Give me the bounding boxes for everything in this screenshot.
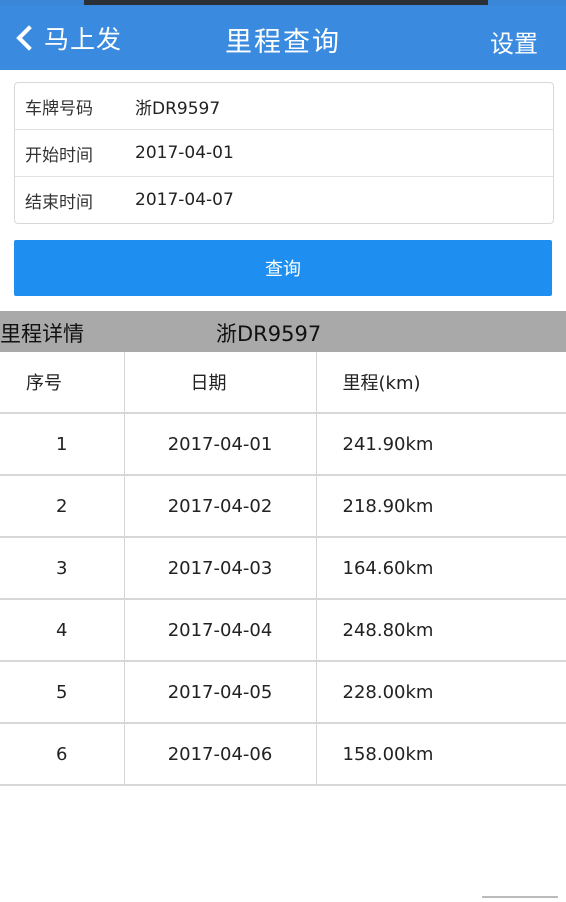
table-header-row: 序号 日期 里程(km) (0, 352, 566, 414)
start-time-field[interactable]: 2017-04-01 (135, 143, 234, 163)
table-row: 4 2017-04-04 248.80km (0, 599, 566, 662)
row-seq: 4 (0, 599, 125, 662)
column-header-date: 日期 (124, 352, 317, 414)
page-title: 里程查询 (225, 27, 341, 58)
settings-button[interactable]: 设置 (490, 24, 538, 59)
row-date: 2017-04-01 (124, 413, 317, 476)
table-row: 3 2017-04-03 164.60km (0, 537, 566, 600)
row-date: 2017-04-04 (124, 599, 317, 662)
column-header-mileage: 里程(km) (316, 352, 566, 414)
row-mileage: 218.90km (316, 475, 566, 538)
bottom-divider (482, 896, 558, 898)
column-header-seq: 序号 (0, 352, 125, 414)
table-row: 5 2017-04-05 228.00km (0, 661, 566, 724)
row-date: 2017-04-05 (124, 661, 317, 724)
row-seq: 6 (0, 723, 125, 786)
row-date: 2017-04-06 (124, 723, 317, 786)
plate-field[interactable]: 浙DR9597 (135, 94, 220, 119)
table-row: 6 2017-04-06 158.00km (0, 723, 566, 786)
navigation-bar: 马上发 里程查询 设置 (0, 6, 566, 70)
row-mileage: 164.60km (316, 537, 566, 600)
details-plate: 浙DR9597 (216, 322, 322, 346)
row-seq: 2 (0, 475, 125, 538)
details-title: 里程详情 (0, 322, 84, 346)
end-time-row[interactable]: 结束时间 2017-04-07 (15, 177, 553, 223)
query-button[interactable]: 查询 (14, 240, 552, 296)
query-form: 车牌号码 浙DR9597 开始时间 2017-04-01 结束时间 2017-0… (14, 82, 554, 224)
plate-row[interactable]: 车牌号码 浙DR9597 (15, 83, 553, 130)
plate-label: 车牌号码 (25, 98, 93, 119)
end-time-field[interactable]: 2017-04-07 (135, 190, 234, 210)
table-row: 1 2017-04-01 241.90km (0, 413, 566, 476)
row-seq: 1 (0, 413, 125, 476)
row-date: 2017-04-02 (124, 475, 317, 538)
row-seq: 5 (0, 661, 125, 724)
row-mileage: 248.80km (316, 599, 566, 662)
row-mileage: 228.00km (316, 661, 566, 724)
end-time-label: 结束时间 (25, 192, 93, 213)
start-time-row[interactable]: 开始时间 2017-04-01 (15, 130, 553, 177)
status-bar-overlay (84, 0, 488, 5)
mileage-details-header: 里程详情 浙DR9597 (0, 311, 566, 352)
row-mileage: 241.90km (316, 413, 566, 476)
table-row: 2 2017-04-02 218.90km (0, 475, 566, 538)
row-seq: 3 (0, 537, 125, 600)
mileage-table: 序号 日期 里程(km) 1 2017-04-01 241.90km 2 201… (0, 352, 566, 786)
start-time-label: 开始时间 (25, 145, 93, 166)
row-date: 2017-04-03 (124, 537, 317, 600)
row-mileage: 158.00km (316, 723, 566, 786)
